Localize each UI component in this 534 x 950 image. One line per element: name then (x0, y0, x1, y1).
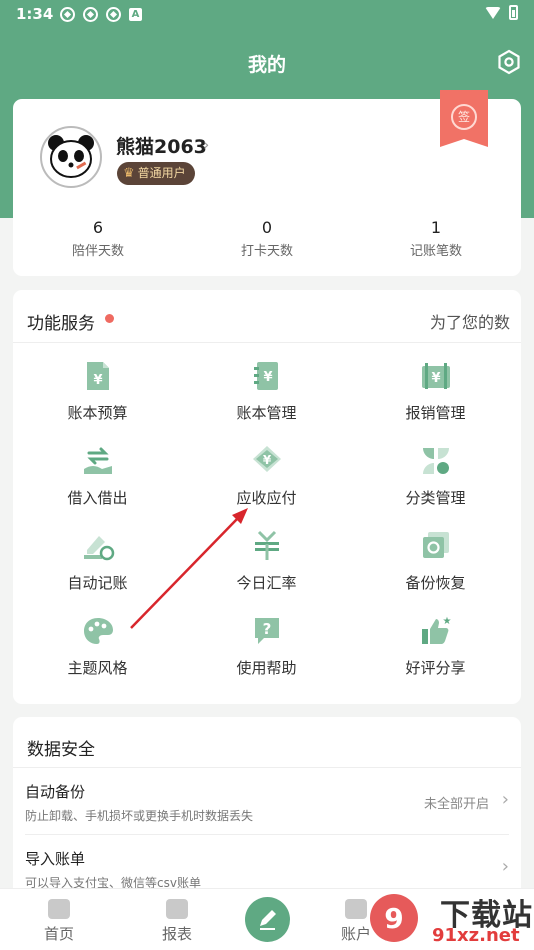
divider (25, 834, 509, 835)
chevron-right-icon: › (501, 856, 509, 877)
service-label: 报销管理 (405, 404, 466, 422)
budget-icon: ¥ (86, 362, 109, 390)
section-title: 数据安全 (27, 740, 95, 760)
sign-in-icon: 签 (451, 104, 477, 130)
wifi-icon (485, 6, 501, 19)
service-ledger[interactable]: ¥ 账本管理 (182, 360, 351, 423)
service-label: 备份恢复 (405, 574, 466, 592)
membership-label: 普通用户 (137, 166, 186, 180)
notification-dot (105, 314, 114, 323)
service-reimburse[interactable]: ¥ 报销管理 (351, 360, 520, 423)
service-label: 自动记账 (67, 574, 128, 592)
service-label: 应收应付 (236, 489, 297, 507)
exchange-rate-icon (254, 530, 279, 560)
divider (13, 767, 521, 768)
app-icon (83, 7, 98, 22)
reimburse-icon: ¥ (421, 363, 450, 389)
nav-label: 首页 (43, 925, 74, 943)
service-receivable[interactable]: ¥ 应收应付 (182, 445, 351, 508)
stat-companion-days: 6 陪伴天数 (43, 218, 153, 259)
service-label: 分类管理 (405, 489, 466, 507)
watermark-url: 91xz.net (432, 925, 520, 946)
svg-text:9: 9 (384, 902, 403, 935)
stat-label: 陪伴天数 (71, 244, 124, 259)
stat-value: 1 (430, 218, 442, 237)
service-label: 今日汇率 (236, 574, 297, 592)
status-time: 1:34 (16, 5, 54, 23)
thumbs-up-icon: ★ (421, 616, 451, 644)
service-label: 借入借出 (67, 489, 128, 507)
home-icon (48, 899, 70, 919)
ledger-icon: ¥ (253, 362, 278, 390)
pencil-icon (260, 910, 276, 930)
auto-record-icon (83, 536, 114, 561)
status-bar: 1:34 A (0, 0, 534, 28)
svg-text:¥: ¥ (263, 370, 272, 385)
service-budget[interactable]: ¥ 账本预算 (13, 360, 182, 423)
stat-label: 记账笔数 (409, 244, 462, 259)
report-icon (166, 899, 188, 919)
divider (13, 342, 521, 343)
service-label: 主题风格 (67, 659, 128, 677)
stat-record-count: 1 记账笔数 (381, 218, 491, 259)
svg-text:★: ★ (442, 616, 451, 627)
service-help[interactable]: ? 使用帮助 (182, 615, 351, 678)
crown-icon: ♛ (123, 166, 135, 181)
membership-badge[interactable]: ♛ 普通用户 (117, 162, 195, 185)
stat-checkin-days: 0 打卡天数 (212, 218, 322, 259)
svg-text:¥: ¥ (262, 453, 271, 467)
service-rate-share[interactable]: ★ 好评分享 (351, 615, 520, 678)
svg-text:¥: ¥ (93, 373, 102, 388)
service-backup[interactable]: 备份恢复 (351, 530, 520, 593)
panda-icon (48, 135, 94, 178)
row-subtitle: 防止卸载、手机损坏或更换手机时数据丢失 (25, 809, 254, 823)
notification-icons: A (60, 7, 142, 22)
backup-icon (422, 532, 449, 558)
nav-label: 报表 (161, 925, 192, 943)
help-icon: ? (254, 618, 279, 644)
service-label: 好评分享 (405, 659, 466, 677)
svg-text:?: ? (262, 620, 271, 638)
chevron-right-icon[interactable]: › (203, 135, 209, 154)
section-title: 功能服务 (27, 314, 95, 334)
stat-value: 0 (261, 218, 273, 237)
services-card: 功能服务 为了您的数 ¥ 账本预算 ¥ 账本管理 ¥ 报销管理 借入借出 ¥ 应… (13, 290, 521, 704)
row-title: 导入账单 (25, 850, 86, 868)
app-icon (106, 7, 121, 22)
service-label: 使用帮助 (236, 659, 297, 677)
row-title: 自动备份 (25, 783, 86, 801)
chevron-right-icon: › (501, 789, 509, 810)
service-label: 账本预算 (67, 404, 128, 422)
app-icon (60, 7, 75, 22)
category-icon (422, 448, 449, 474)
sign-in-ribbon[interactable]: 签 (440, 90, 488, 147)
service-theme[interactable]: 主题风格 (13, 615, 182, 678)
a-icon: A (129, 8, 142, 21)
row-status: 未全部开启 (423, 797, 489, 812)
nav-home[interactable]: 首页 (19, 899, 99, 944)
battery-icon (509, 5, 518, 20)
stat-value: 6 (92, 218, 104, 237)
add-record-button[interactable] (245, 897, 290, 942)
service-exchange-rate[interactable]: 今日汇率 (182, 530, 351, 593)
settings-icon[interactable] (496, 49, 522, 75)
service-label: 账本管理 (236, 404, 297, 422)
username[interactable]: 熊猫2063 (116, 132, 207, 159)
services-hint: 为了您的数 (430, 313, 511, 332)
service-category[interactable]: 分类管理 (351, 445, 520, 508)
svg-text:¥: ¥ (431, 371, 440, 386)
service-lend-borrow[interactable]: 借入借出 (13, 445, 182, 508)
palette-icon (83, 618, 113, 644)
nav-reports[interactable]: 报表 (137, 899, 217, 944)
page-title: 我的 (247, 54, 286, 76)
stat-label: 打卡天数 (240, 244, 293, 259)
receivable-icon: ¥ (252, 446, 281, 472)
service-auto-record[interactable]: 自动记账 (13, 530, 182, 593)
profile-card: 熊猫2063 › ♛ 普通用户 签 6 陪伴天数 0 打卡天数 1 记账笔数 (13, 90, 521, 276)
lend-borrow-icon (83, 447, 112, 474)
avatar[interactable] (40, 126, 102, 188)
